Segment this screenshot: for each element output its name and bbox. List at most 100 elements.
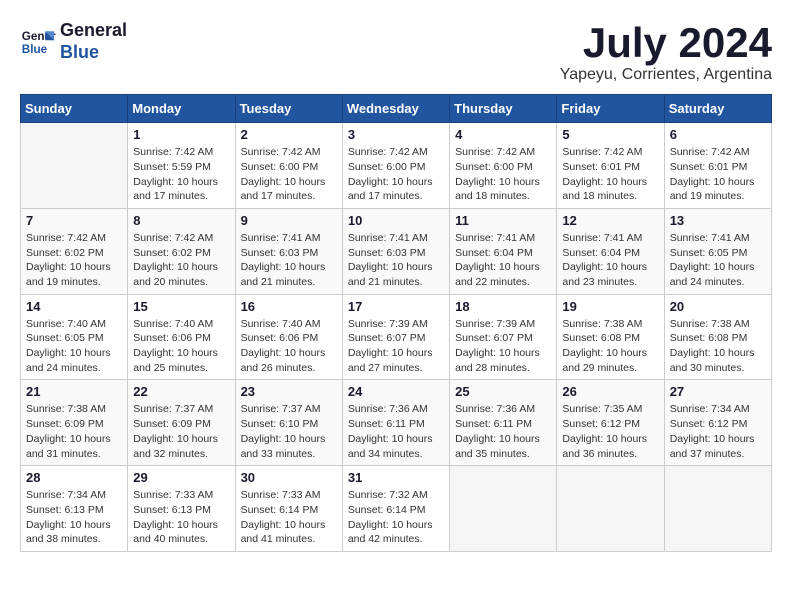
day-number: 13 xyxy=(670,213,766,228)
calendar-cell: 8 Sunrise: 7:42 AMSunset: 6:02 PMDaylight… xyxy=(128,208,235,294)
day-number: 5 xyxy=(562,127,658,142)
day-number: 9 xyxy=(241,213,337,228)
day-info: Sunrise: 7:32 AMSunset: 6:14 PMDaylight:… xyxy=(348,488,444,547)
calendar-cell: 25Sunrise: 7:36 AMSunset: 6:11 PMDayligh… xyxy=(450,380,557,466)
calendar-cell: 27 Sunrise: 7:34 AMSunset: 6:12 PMDayligh… xyxy=(664,380,771,466)
calendar-cell: 19Sunrise: 7:38 AMSunset: 6:08 PMDayligh… xyxy=(557,294,664,380)
day-info: Sunrise: 7:35 AMSunset: 6:12 PMDaylight:… xyxy=(562,402,658,461)
calendar-week-3: 14 Sunrise: 7:40 AMSunset: 6:05 PMDayligh… xyxy=(21,294,772,380)
calendar-body: 1 Sunrise: 7:42 AMSunset: 5:59 PMDaylight… xyxy=(21,123,772,552)
calendar-cell xyxy=(21,123,128,209)
day-info: Sunrise: 7:42 AMSunset: 6:01 PMDaylight:… xyxy=(670,145,766,204)
day-number: 7 xyxy=(26,213,122,228)
day-number: 30 xyxy=(241,470,337,485)
day-info: Sunrise: 7:42 AMSunset: 6:00 PMDaylight:… xyxy=(241,145,337,204)
day-info: Sunrise: 7:40 AMSunset: 6:06 PMDaylight:… xyxy=(241,317,337,376)
calendar-cell: 2 Sunrise: 7:42 AMSunset: 6:00 PMDaylight… xyxy=(235,123,342,209)
page-header: General Blue General Blue July 2024 Yape… xyxy=(20,20,772,84)
day-number: 14 xyxy=(26,299,122,314)
day-info: Sunrise: 7:41 AMSunset: 6:03 PMDaylight:… xyxy=(348,231,444,290)
header-row: SundayMondayTuesdayWednesdayThursdayFrid… xyxy=(21,95,772,123)
day-info: Sunrise: 7:38 AMSunset: 6:08 PMDaylight:… xyxy=(670,317,766,376)
day-info: Sunrise: 7:33 AMSunset: 6:13 PMDaylight:… xyxy=(133,488,229,547)
day-info: Sunrise: 7:40 AMSunset: 6:05 PMDaylight:… xyxy=(26,317,122,376)
day-info: Sunrise: 7:38 AMSunset: 6:08 PMDaylight:… xyxy=(562,317,658,376)
calendar-cell: 6 Sunrise: 7:42 AMSunset: 6:01 PMDaylight… xyxy=(664,123,771,209)
day-info: Sunrise: 7:41 AMSunset: 6:04 PMDaylight:… xyxy=(562,231,658,290)
calendar-cell: 17Sunrise: 7:39 AMSunset: 6:07 PMDayligh… xyxy=(342,294,449,380)
day-number: 31 xyxy=(348,470,444,485)
day-info: Sunrise: 7:34 AMSunset: 6:13 PMDaylight:… xyxy=(26,488,122,547)
header-day-thursday: Thursday xyxy=(450,95,557,123)
day-number: 18 xyxy=(455,299,551,314)
day-info: Sunrise: 7:34 AMSunset: 6:12 PMDaylight:… xyxy=(670,402,766,461)
day-info: Sunrise: 7:41 AMSunset: 6:04 PMDaylight:… xyxy=(455,231,551,290)
calendar-cell: 9 Sunrise: 7:41 AMSunset: 6:03 PMDaylight… xyxy=(235,208,342,294)
calendar-cell: 10 Sunrise: 7:41 AMSunset: 6:03 PMDayligh… xyxy=(342,208,449,294)
calendar-week-5: 28 Sunrise: 7:34 AMSunset: 6:13 PMDayligh… xyxy=(21,466,772,552)
day-number: 3 xyxy=(348,127,444,142)
day-number: 17 xyxy=(348,299,444,314)
day-info: Sunrise: 7:36 AMSunset: 6:11 PMDaylight:… xyxy=(455,402,551,461)
calendar-cell: 7 Sunrise: 7:42 AMSunset: 6:02 PMDaylight… xyxy=(21,208,128,294)
calendar-cell: 24 Sunrise: 7:36 AMSunset: 6:11 PMDayligh… xyxy=(342,380,449,466)
header-day-wednesday: Wednesday xyxy=(342,95,449,123)
calendar-cell: 31 Sunrise: 7:32 AMSunset: 6:14 PMDayligh… xyxy=(342,466,449,552)
calendar-cell: 16Sunrise: 7:40 AMSunset: 6:06 PMDayligh… xyxy=(235,294,342,380)
day-info: Sunrise: 7:41 AMSunset: 6:03 PMDaylight:… xyxy=(241,231,337,290)
calendar-cell: 1 Sunrise: 7:42 AMSunset: 5:59 PMDaylight… xyxy=(128,123,235,209)
day-info: Sunrise: 7:42 AMSunset: 6:02 PMDaylight:… xyxy=(26,231,122,290)
calendar-week-4: 21Sunrise: 7:38 AMSunset: 6:09 PMDayligh… xyxy=(21,380,772,466)
day-info: Sunrise: 7:41 AMSunset: 6:05 PMDaylight:… xyxy=(670,231,766,290)
day-info: Sunrise: 7:42 AMSunset: 6:02 PMDaylight:… xyxy=(133,231,229,290)
header-day-saturday: Saturday xyxy=(664,95,771,123)
header-day-friday: Friday xyxy=(557,95,664,123)
day-number: 2 xyxy=(241,127,337,142)
calendar-cell: 4Sunrise: 7:42 AMSunset: 6:00 PMDaylight… xyxy=(450,123,557,209)
calendar-cell: 23 Sunrise: 7:37 AMSunset: 6:10 PMDayligh… xyxy=(235,380,342,466)
day-info: Sunrise: 7:42 AMSunset: 6:01 PMDaylight:… xyxy=(562,145,658,204)
logo: General Blue General Blue xyxy=(20,20,127,63)
day-number: 28 xyxy=(26,470,122,485)
day-info: Sunrise: 7:39 AMSunset: 6:07 PMDaylight:… xyxy=(455,317,551,376)
calendar-cell: 22 Sunrise: 7:37 AMSunset: 6:09 PMDayligh… xyxy=(128,380,235,466)
day-info: Sunrise: 7:40 AMSunset: 6:06 PMDaylight:… xyxy=(133,317,229,376)
logo-text-general: General xyxy=(60,20,127,42)
day-number: 15 xyxy=(133,299,229,314)
day-info: Sunrise: 7:37 AMSunset: 6:10 PMDaylight:… xyxy=(241,402,337,461)
day-info: Sunrise: 7:37 AMSunset: 6:09 PMDaylight:… xyxy=(133,402,229,461)
logo-text-blue: Blue xyxy=(60,42,127,64)
day-info: Sunrise: 7:42 AMSunset: 6:00 PMDaylight:… xyxy=(348,145,444,204)
day-info: Sunrise: 7:42 AMSunset: 6:00 PMDaylight:… xyxy=(455,145,551,204)
calendar-week-2: 7 Sunrise: 7:42 AMSunset: 6:02 PMDaylight… xyxy=(21,208,772,294)
day-info: Sunrise: 7:33 AMSunset: 6:14 PMDaylight:… xyxy=(241,488,337,547)
day-number: 20 xyxy=(670,299,766,314)
day-number: 22 xyxy=(133,384,229,399)
day-number: 27 xyxy=(670,384,766,399)
month-year-title: July 2024 xyxy=(560,20,772,66)
header-day-sunday: Sunday xyxy=(21,95,128,123)
day-number: 26 xyxy=(562,384,658,399)
day-number: 23 xyxy=(241,384,337,399)
day-info: Sunrise: 7:36 AMSunset: 6:11 PMDaylight:… xyxy=(348,402,444,461)
calendar-cell: 15 Sunrise: 7:40 AMSunset: 6:06 PMDayligh… xyxy=(128,294,235,380)
calendar-week-1: 1 Sunrise: 7:42 AMSunset: 5:59 PMDaylight… xyxy=(21,123,772,209)
svg-text:Blue: Blue xyxy=(22,42,48,55)
calendar-cell: 29Sunrise: 7:33 AMSunset: 6:13 PMDayligh… xyxy=(128,466,235,552)
day-number: 21 xyxy=(26,384,122,399)
day-number: 10 xyxy=(348,213,444,228)
day-number: 24 xyxy=(348,384,444,399)
day-number: 11 xyxy=(455,213,551,228)
day-number: 8 xyxy=(133,213,229,228)
calendar-cell xyxy=(450,466,557,552)
calendar-cell xyxy=(664,466,771,552)
calendar-cell: 21Sunrise: 7:38 AMSunset: 6:09 PMDayligh… xyxy=(21,380,128,466)
calendar-cell: 11 Sunrise: 7:41 AMSunset: 6:04 PMDayligh… xyxy=(450,208,557,294)
calendar-cell: 12Sunrise: 7:41 AMSunset: 6:04 PMDayligh… xyxy=(557,208,664,294)
day-number: 1 xyxy=(133,127,229,142)
calendar-cell: 18 Sunrise: 7:39 AMSunset: 6:07 PMDayligh… xyxy=(450,294,557,380)
header-day-monday: Monday xyxy=(128,95,235,123)
day-info: Sunrise: 7:42 AMSunset: 5:59 PMDaylight:… xyxy=(133,145,229,204)
calendar-cell: 3 Sunrise: 7:42 AMSunset: 6:00 PMDaylight… xyxy=(342,123,449,209)
day-number: 6 xyxy=(670,127,766,142)
